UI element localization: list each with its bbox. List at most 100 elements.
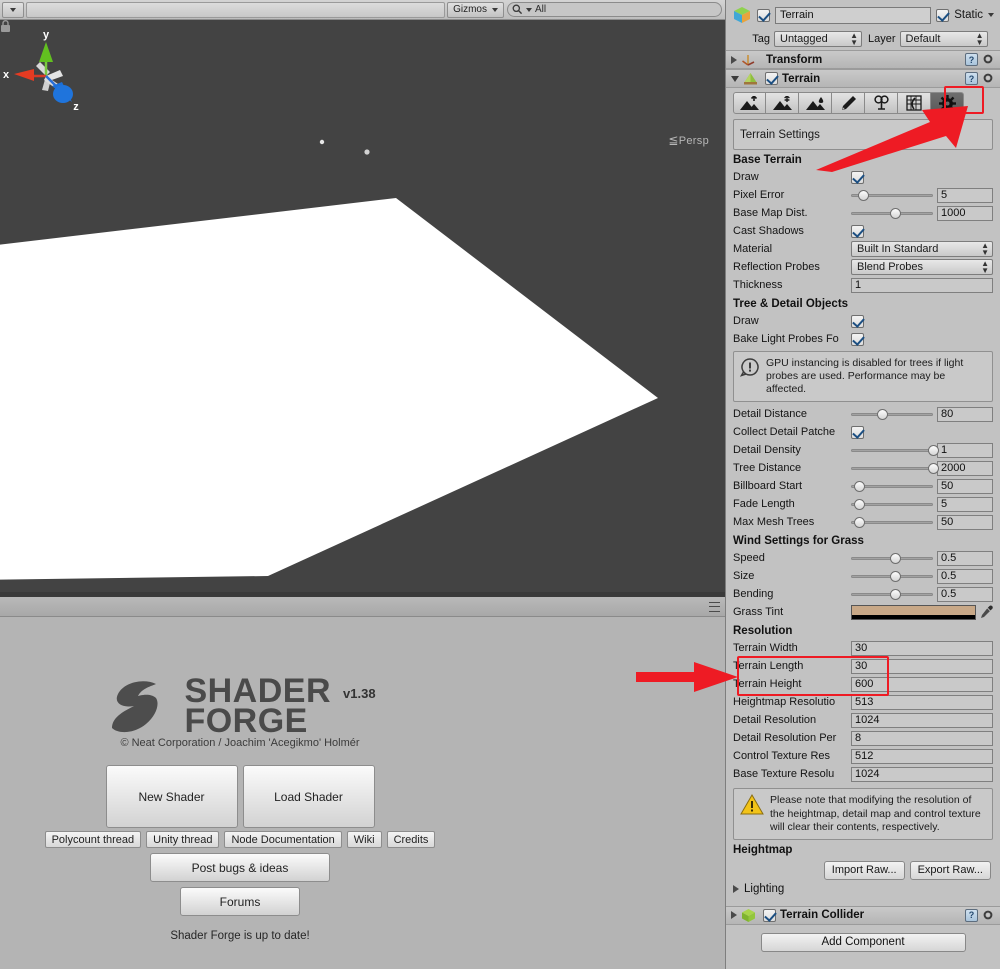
max-mesh-trees-input[interactable]: 50 (937, 514, 993, 530)
lighting-foldout[interactable]: Lighting (726, 880, 1000, 898)
tag-dropdown[interactable]: Untagged ▲ ▼ (774, 31, 862, 47)
gear-icon[interactable] (982, 909, 995, 922)
scene-view[interactable]: y x z ≦Persp (0, 20, 725, 592)
cast-shadows-checkbox[interactable] (851, 224, 864, 238)
max-mesh-trees-slider[interactable] (851, 515, 933, 529)
foldout-expanded-icon[interactable] (731, 75, 739, 82)
component-header-transform[interactable]: Transform ? (726, 50, 1000, 69)
scene-search-value: All (535, 4, 547, 15)
billboard-start-slider[interactable] (851, 479, 933, 493)
row-detail-resolution-per-patch: Detail Resolution Per 8 (726, 729, 1000, 747)
foldout-collapsed-icon[interactable] (733, 884, 739, 893)
gameobject-name-input[interactable]: Terrain (775, 6, 932, 24)
base-map-dist-slider[interactable] (851, 206, 933, 220)
load-shader-button[interactable]: Load Shader (242, 765, 375, 828)
row-pixel-error: Pixel Error 5 (726, 186, 1000, 204)
terrain-collider-enabled-checkbox[interactable] (763, 908, 776, 922)
pixel-error-slider[interactable] (851, 188, 933, 202)
wind-bending-input[interactable]: 0.5 (937, 586, 993, 602)
forums-button[interactable]: Forums (180, 887, 300, 916)
place-trees-tool-button[interactable] (865, 92, 898, 114)
tag-label: Tag (752, 33, 770, 45)
control-texture-resolution-input[interactable]: 512 (851, 748, 993, 764)
detail-distance-slider[interactable] (851, 407, 933, 421)
panel-menu-icon[interactable] (709, 601, 721, 612)
detail-density-input[interactable]: 1 (937, 442, 993, 458)
static-checkbox[interactable] (936, 8, 950, 22)
row-collect-detail-patches: Collect Detail Patche (726, 423, 1000, 441)
fade-length-input[interactable]: 5 (937, 496, 993, 512)
polycount-thread-button[interactable]: Polycount thread (44, 831, 142, 848)
paint-texture-tool-button[interactable] (832, 92, 865, 114)
raise-lower-terrain-tool-button[interactable] (733, 92, 766, 114)
row-detail-density: Detail Density 1 (726, 441, 1000, 459)
detail-resolution-per-patch-input[interactable]: 8 (851, 730, 993, 746)
detail-density-slider[interactable] (851, 443, 940, 457)
gameobject-active-checkbox[interactable] (757, 8, 770, 22)
terrain-length-input[interactable]: 30 (851, 658, 993, 674)
heightmap-resolution-value: 513 (855, 696, 874, 709)
gear-icon[interactable] (982, 72, 995, 85)
post-bugs-ideas-button[interactable]: Post bugs & ideas (150, 853, 330, 882)
component-header-terrain[interactable]: Terrain ? (726, 69, 1000, 88)
layer-dropdown[interactable]: Default ▲ ▼ (899, 31, 988, 47)
detail-resolution-input[interactable]: 1024 (851, 712, 993, 728)
billboard-start-input[interactable]: 50 (937, 478, 993, 494)
base-texture-resolution-input[interactable]: 1024 (851, 766, 993, 782)
component-header-terrain-collider[interactable]: Terrain Collider ? (726, 905, 1000, 925)
import-raw-button[interactable]: Import Raw... (823, 860, 905, 880)
terrain-enabled-checkbox[interactable] (765, 72, 778, 85)
scene-search-input[interactable]: All (507, 2, 722, 17)
heightmap-resolution-input[interactable]: 513 (851, 694, 993, 710)
draw-tree-checkbox[interactable] (851, 314, 864, 328)
wind-bending-slider[interactable] (851, 587, 933, 601)
base-map-dist-input[interactable]: 1000 (937, 205, 993, 221)
scene-orientation-gizmo[interactable]: y x z (0, 24, 92, 124)
gameobject-name-value: Terrain (780, 9, 814, 21)
terrain-height-input[interactable]: 600 (851, 676, 993, 692)
collect-detail-patches-checkbox[interactable] (851, 425, 864, 439)
paint-details-tool-button[interactable] (898, 92, 931, 114)
pixel-error-input[interactable]: 5 (937, 187, 993, 203)
scene-view-options-dropdown[interactable] (2, 1, 24, 18)
row-base-texture-resolution: Base Texture Resolu 1024 (726, 765, 1000, 783)
detail-distance-input[interactable]: 80 (937, 406, 993, 422)
gear-icon[interactable] (982, 53, 995, 66)
wind-speed-slider[interactable] (851, 551, 933, 565)
add-component-button[interactable]: Add Component (760, 932, 966, 952)
wiki-button[interactable]: Wiki (346, 831, 382, 848)
bake-light-probes-checkbox[interactable] (851, 332, 864, 346)
foldout-collapsed-icon[interactable] (731, 55, 737, 64)
eyedropper-icon[interactable] (980, 605, 993, 619)
tree-distance-input[interactable]: 2000 (937, 460, 993, 476)
terrain-settings-tool-button[interactable] (931, 92, 964, 114)
scene-projection-label[interactable]: ≦Persp (668, 133, 709, 147)
wind-size-slider[interactable] (851, 569, 933, 583)
wind-speed-input[interactable]: 0.5 (937, 550, 993, 566)
foldout-collapsed-icon[interactable] (731, 911, 737, 920)
grass-tint-color-field[interactable] (851, 604, 976, 620)
row-grass-tint: Grass Tint (726, 603, 1000, 621)
node-documentation-button[interactable]: Node Documentation (224, 831, 342, 848)
credits-button[interactable]: Credits (386, 831, 436, 848)
row-terrain-length: Terrain Length 30 (726, 657, 1000, 675)
help-icon[interactable]: ? (965, 908, 978, 922)
row-terrain-width: Terrain Width 30 (726, 639, 1000, 657)
thickness-input[interactable]: 1 (851, 277, 993, 293)
terrain-width-input[interactable]: 30 (851, 640, 993, 656)
new-shader-button[interactable]: New Shader (105, 765, 238, 828)
static-chevron-down-icon[interactable] (988, 13, 994, 17)
help-icon[interactable]: ? (965, 53, 978, 66)
fade-length-slider[interactable] (851, 497, 933, 511)
unity-thread-button[interactable]: Unity thread (146, 831, 220, 848)
gizmos-dropdown[interactable]: Gizmos (447, 1, 504, 18)
help-icon[interactable]: ? (965, 72, 978, 85)
wind-size-input[interactable]: 0.5 (937, 568, 993, 584)
reflection-probes-dropdown[interactable]: Blend Probes ▲ ▼ (851, 259, 993, 275)
set-height-tool-button[interactable] (766, 92, 799, 114)
tree-distance-slider[interactable] (851, 461, 940, 475)
material-dropdown[interactable]: Built In Standard ▲ ▼ (851, 241, 993, 257)
draw-checkbox[interactable] (851, 170, 864, 184)
export-raw-button[interactable]: Export Raw... (909, 860, 991, 880)
smooth-height-tool-button[interactable] (799, 92, 832, 114)
